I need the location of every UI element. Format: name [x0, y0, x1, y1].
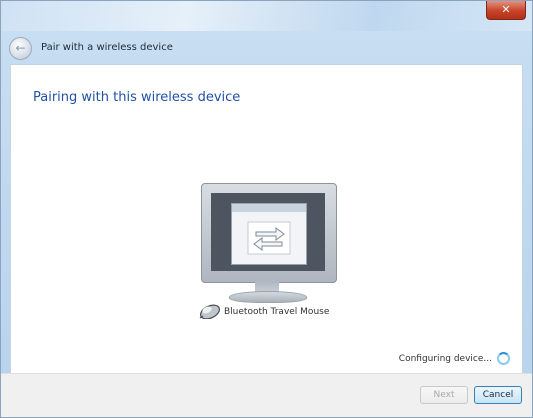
transfer-arrows-icon: [247, 221, 291, 255]
spinner-icon: [497, 352, 510, 365]
footer-bar: Next Cancel: [1, 373, 532, 417]
screen-window-bar: [232, 204, 306, 212]
monitor-illustration: [201, 183, 337, 283]
content-panel: Pairing with this wireless device Blueto…: [10, 64, 523, 374]
wizard-window: ✕ ← Pair with a wireless device Pairing …: [0, 0, 533, 418]
wizard-title: Pair with a wireless device: [41, 42, 173, 53]
device-name: Bluetooth Travel Mouse: [224, 307, 330, 317]
monitor-stand-base: [229, 291, 307, 303]
title-bar[interactable]: ✕: [1, 1, 532, 31]
next-button[interactable]: Next: [420, 386, 468, 404]
close-button[interactable]: ✕: [486, 1, 526, 20]
screen-window: [231, 203, 307, 265]
status-text: Configuring device...: [398, 353, 492, 364]
cancel-button[interactable]: Cancel: [474, 386, 522, 404]
page-heading: Pairing with this wireless device: [33, 90, 241, 105]
back-button[interactable]: ←: [9, 37, 32, 60]
monitor-screen: [211, 193, 325, 271]
mouse-icon: [199, 304, 221, 319]
status-row: Configuring device...: [399, 352, 510, 365]
